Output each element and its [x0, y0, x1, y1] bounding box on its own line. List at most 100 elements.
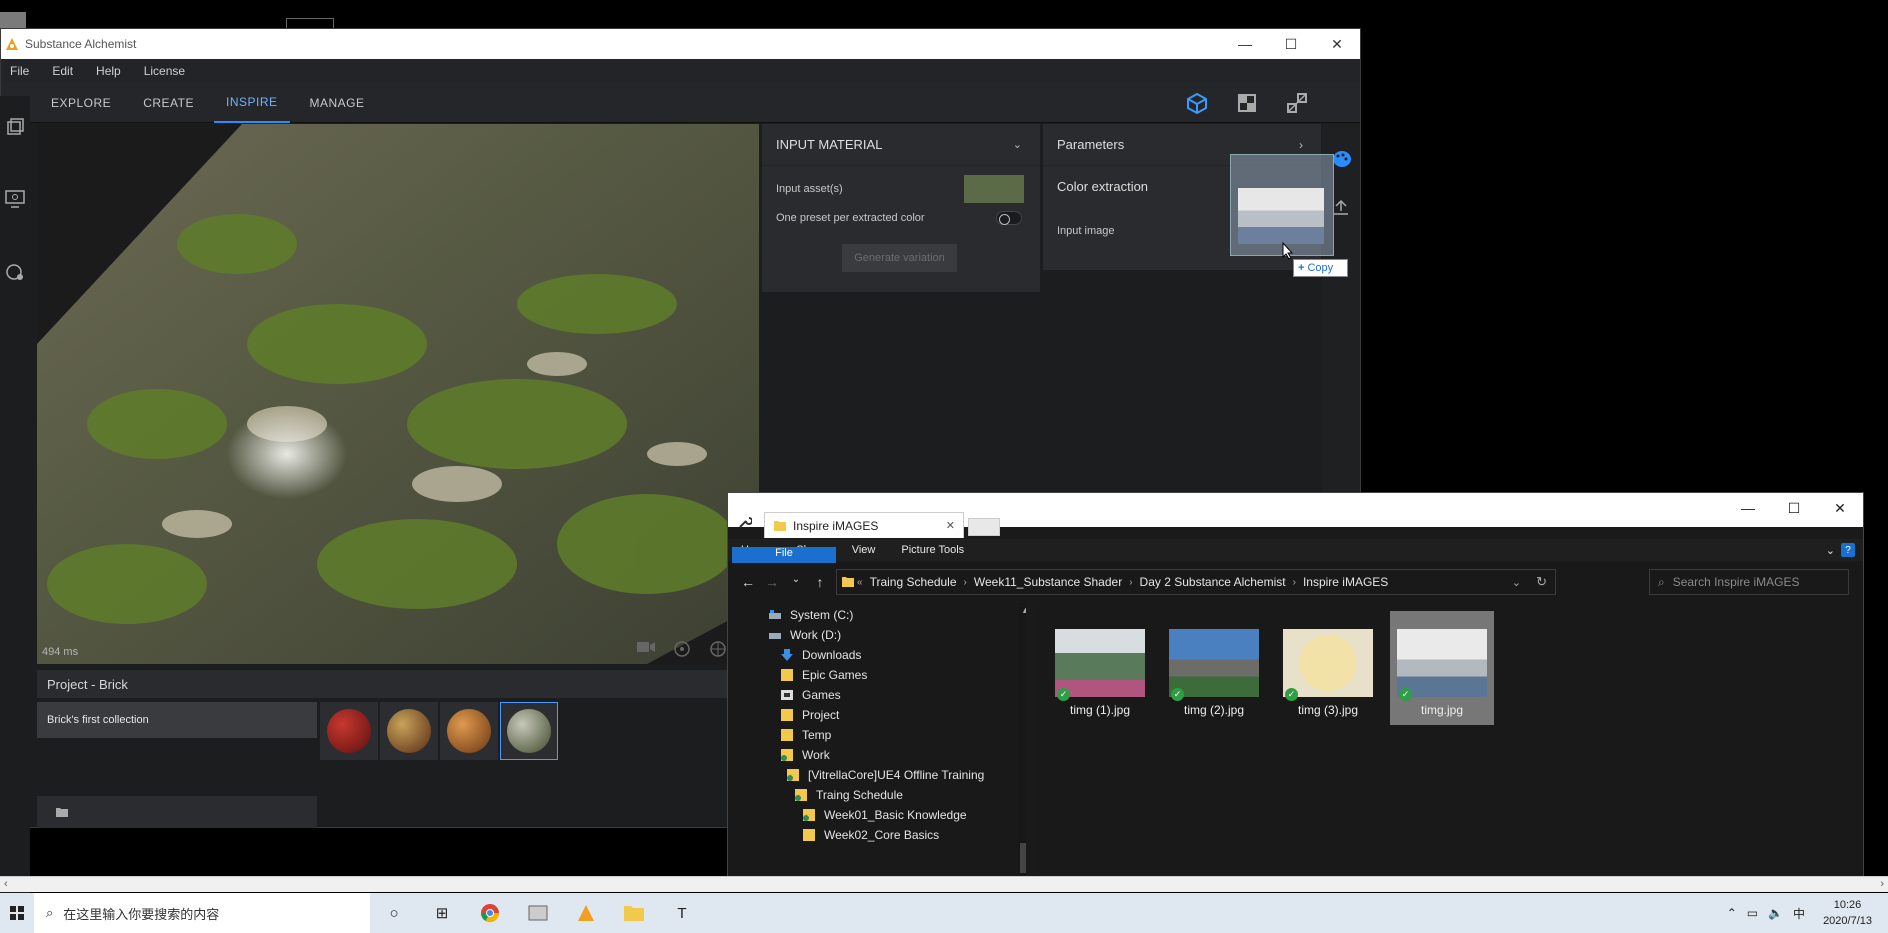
recent-dropdown-icon[interactable]: ⌄ [784, 574, 808, 590]
address-dropdown-icon[interactable]: ⌄ [1512, 576, 1521, 589]
close-tab-icon[interactable]: ✕ [946, 519, 955, 532]
breadcrumb-item[interactable]: Week11_Substance Shader [974, 575, 1122, 589]
search-input[interactable]: ⌕ Search Inspire iMAGES [1649, 569, 1849, 595]
alchemist-titlebar[interactable]: Substance Alchemist — ☐ ✕ [1, 29, 1360, 59]
ime-indicator[interactable]: 中 [1793, 905, 1805, 922]
ribbon-picture-tools[interactable]: Picture Tools [888, 539, 977, 561]
nav-temp[interactable]: Temp [780, 725, 831, 745]
nav-week01[interactable]: Week01_Basic Knowledge [802, 805, 967, 825]
app-window-icon[interactable] [514, 893, 562, 933]
text-app-icon[interactable]: T [658, 893, 706, 933]
nav-project[interactable]: Project [780, 705, 839, 725]
focus-icon[interactable] [664, 640, 700, 658]
scroll-left-icon[interactable]: ‹ [4, 878, 8, 890]
cortana-icon[interactable]: ○ [370, 893, 418, 933]
tab-create[interactable]: CREATE [131, 83, 206, 123]
menu-help[interactable]: Help [96, 64, 121, 78]
alchemist-taskbar-icon[interactable] [562, 893, 610, 933]
back-icon[interactable]: ← [736, 574, 760, 590]
nav-work[interactable]: Work [780, 745, 830, 765]
tab-inspire[interactable]: INSPIRE [214, 83, 290, 123]
material-thumbnail-selected[interactable] [500, 702, 558, 760]
file-item-selected[interactable]: ✓ timg.jpg [1390, 611, 1494, 725]
explorer-minimize-button[interactable]: — [1725, 493, 1771, 523]
explorer-close-button[interactable]: ✕ [1817, 493, 1863, 523]
minimize-button[interactable]: — [1222, 29, 1268, 59]
forward-icon[interactable]: → [760, 574, 784, 590]
file-explorer-icon[interactable] [610, 893, 658, 933]
network-icon[interactable]: ▭ [1747, 906, 1758, 920]
breadcrumb-item[interactable]: Day 2 Substance Alchemist [1140, 575, 1286, 589]
3d-viewport[interactable] [37, 124, 759, 664]
scroll-up-icon[interactable]: ▲ [1021, 605, 1026, 615]
explorer-titlebar[interactable]: Inspire iMAGES ✕ — ☐ ✕ [728, 493, 1863, 538]
split-view-icon[interactable] [1272, 89, 1322, 117]
breadcrumb-item[interactable]: Inspire iMAGES [1303, 575, 1388, 589]
2d-view-icon[interactable] [1222, 89, 1272, 117]
nav-scrollbar[interactable]: ▲ [1018, 603, 1026, 881]
up-icon[interactable]: ↑ [808, 574, 832, 590]
start-button[interactable] [0, 905, 34, 921]
library-icon[interactable] [0, 118, 30, 168]
input-asset-thumbnail[interactable] [964, 175, 1024, 203]
menu-edit[interactable]: Edit [52, 64, 73, 78]
maximize-button[interactable]: ☐ [1268, 29, 1314, 59]
material-thumbnail[interactable] [380, 702, 438, 760]
task-view-icon[interactable]: ⊞ [418, 893, 466, 933]
material-thumbnail[interactable] [440, 702, 498, 760]
tab-manage[interactable]: MANAGE [298, 83, 377, 123]
nav-system-c[interactable]: System (C:) [768, 605, 853, 625]
taskbar-search[interactable]: ⌕ 在这里输入你要搜索的内容 [34, 893, 370, 933]
nav-week02[interactable]: Week02_Core Basics [802, 825, 939, 845]
help-icon[interactable]: ? [1841, 543, 1855, 557]
breadcrumb-item[interactable]: Traing Schedule [870, 575, 957, 589]
refresh-icon[interactable]: ↻ [1536, 574, 1547, 590]
upload-icon[interactable] [1332, 198, 1350, 216]
overflow-chevron[interactable]: « [857, 577, 863, 588]
nav-downloads[interactable]: Downloads [780, 645, 861, 665]
material-thumbnail[interactable] [320, 702, 378, 760]
wrench-icon[interactable] [738, 515, 752, 529]
chevron-right-icon[interactable]: › [1299, 138, 1303, 152]
games-folder-icon [781, 690, 793, 700]
explorer-tab[interactable]: Inspire iMAGES ✕ [764, 512, 964, 538]
close-button[interactable]: ✕ [1314, 29, 1360, 59]
scrollbar-thumb[interactable] [1020, 843, 1026, 873]
menu-file[interactable]: File [10, 64, 29, 78]
render-settings-icon[interactable] [0, 262, 30, 312]
synced-folder-icon [795, 789, 807, 801]
nav-games[interactable]: Games [780, 685, 841, 705]
explorer-maximize-button[interactable]: ☐ [1771, 493, 1817, 523]
nav-epic-games[interactable]: Epic Games [780, 665, 867, 685]
ribbon-view[interactable]: View [839, 539, 889, 561]
tray-expand-icon[interactable]: ⌃ [1727, 906, 1737, 920]
clock[interactable]: 10:26 2020/7/13 [1823, 897, 1872, 929]
file-item[interactable]: ✓ timg (1).jpg [1048, 611, 1152, 725]
address-bar[interactable]: « Traing Schedule › Week11_Substance Shad… [836, 569, 1556, 595]
nav-vitrella-core[interactable]: [VitrellaCore]UE4 Offline Training [786, 765, 984, 785]
input-material-header[interactable]: INPUT MATERIAL ⌄ [762, 124, 1040, 166]
chevron-down-icon[interactable]: ⌄ [1013, 138, 1022, 151]
display-settings-icon[interactable] [0, 190, 30, 240]
palette-icon[interactable] [1332, 150, 1352, 168]
chrome-icon[interactable] [466, 893, 514, 933]
file-item[interactable]: ✓ timg (2).jpg [1162, 611, 1266, 725]
volume-icon[interactable]: 🔈 [1768, 906, 1783, 920]
copy-label: Copy [1307, 262, 1334, 274]
collection-item[interactable]: Brick's first collection [37, 702, 317, 738]
file-item[interactable]: ✓ timg (3).jpg [1276, 611, 1380, 725]
expand-ribbon-icon[interactable]: ⌄ [1826, 539, 1835, 561]
nav-traing-schedule[interactable]: Traing Schedule [794, 785, 903, 805]
new-tab-button[interactable] [968, 518, 1000, 536]
camera-icon[interactable] [628, 640, 664, 658]
one-preset-toggle[interactable] [996, 211, 1022, 225]
menu-license[interactable]: License [144, 64, 185, 78]
add-folder-icon[interactable] [55, 805, 69, 823]
tab-explore[interactable]: EXPLORE [39, 83, 123, 123]
scroll-right-icon[interactable]: › [1880, 878, 1884, 890]
generate-variation-button[interactable]: Generate variation [842, 244, 957, 272]
horizontal-scrollbar[interactable]: ‹ › [0, 876, 1888, 892]
3d-view-icon[interactable] [1172, 89, 1222, 117]
nav-work-d[interactable]: Work (D:) [768, 625, 841, 645]
sync-check-icon: ✓ [1057, 688, 1070, 701]
